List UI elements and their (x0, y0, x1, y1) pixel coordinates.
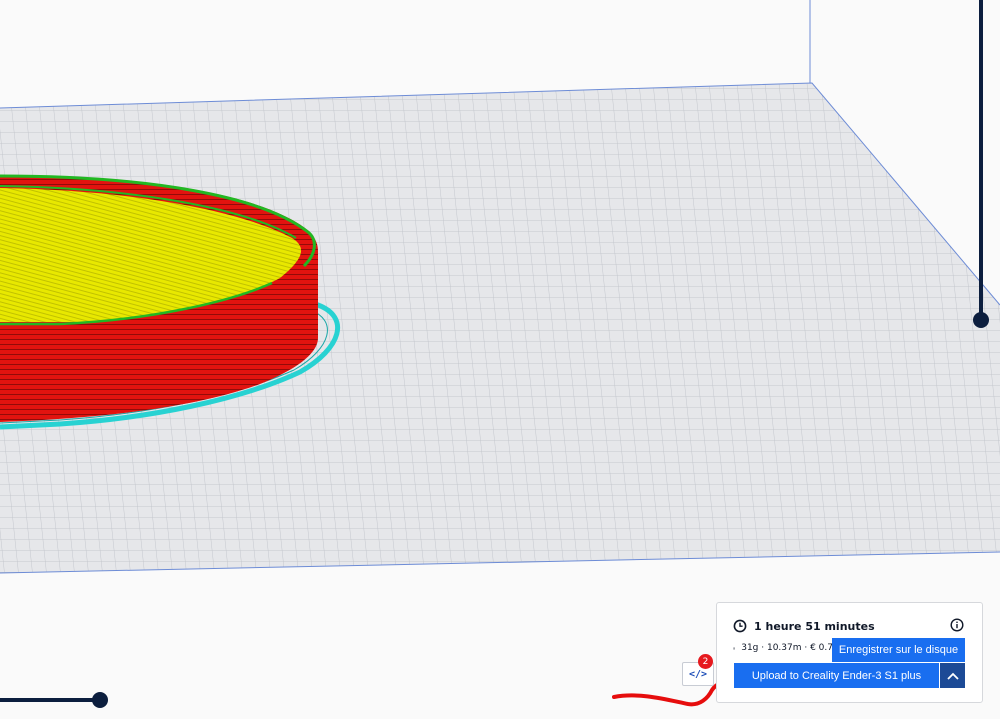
clock-icon (733, 619, 747, 633)
notification-badge: 2 (698, 654, 713, 669)
upload-to-printer-button[interactable]: Upload to Creality Ender-3 S1 plus (734, 663, 939, 688)
layer-progress-slider-track[interactable] (0, 698, 100, 702)
material-usage-row: 31g · 10.37m · € 0.7 (733, 639, 833, 657)
print-time-row: 1 heure 51 minutes (733, 617, 875, 635)
layer-slider-handle[interactable] (973, 312, 989, 328)
annotation-scribble (612, 678, 734, 707)
print-time-label: 1 heure 51 minutes (754, 619, 875, 633)
save-to-disk-button[interactable]: Enregistrer sur le disque (832, 638, 965, 662)
layer-slider-track[interactable] (979, 0, 983, 320)
chevron-up-icon (946, 672, 959, 680)
output-device-menu-button[interactable] (940, 663, 965, 688)
code-icon: </> (688, 668, 708, 680)
layer-progress-slider-handle[interactable] (92, 692, 108, 708)
info-icon[interactable] (950, 618, 964, 632)
spool-icon (733, 646, 736, 650)
material-usage-label: 31g · 10.37m · € 0.7 (741, 643, 833, 653)
